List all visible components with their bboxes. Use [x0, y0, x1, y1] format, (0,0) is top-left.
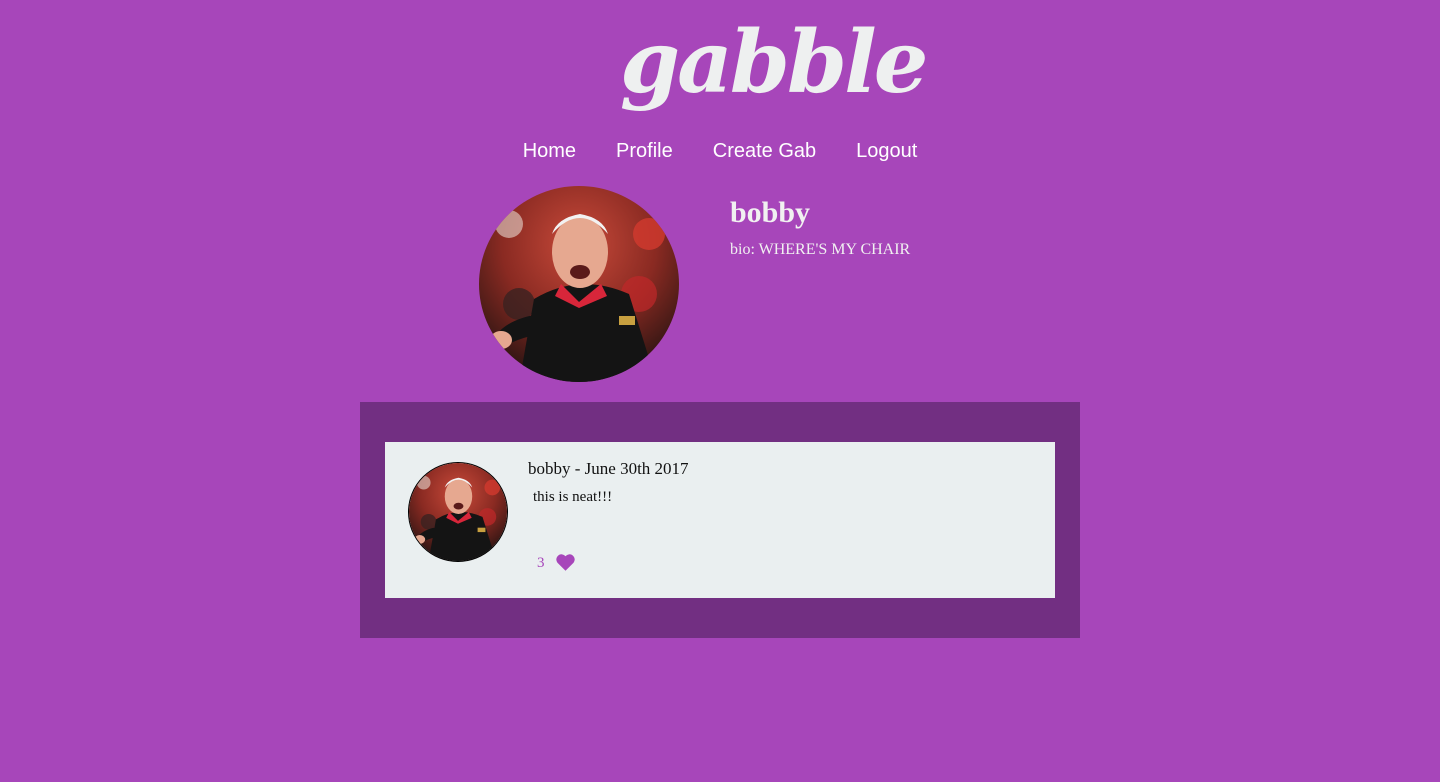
nav-home-link[interactable]: Home — [523, 140, 576, 163]
coach-avatar-image — [479, 186, 679, 382]
profile-bio: bio: WHERE'S MY CHAIR — [730, 241, 911, 258]
profile-avatar — [479, 186, 679, 382]
like-count: 3 — [537, 555, 545, 571]
heart-icon[interactable] — [555, 552, 576, 572]
nav-logout-link[interactable]: Logout — [856, 140, 917, 163]
gab-header: bobby - June 30th 2017 — [528, 459, 689, 478]
profile-username: bobby — [730, 196, 811, 229]
gab-author-avatar[interactable] — [408, 462, 508, 562]
nav-profile-link[interactable]: Profile — [616, 140, 673, 163]
gabble-logo[interactable]: gabble — [620, 8, 929, 136]
nav-create-gab-link[interactable]: Create Gab — [713, 140, 816, 163]
main-nav: Home Profile Create Gab Logout — [0, 140, 1440, 163]
coach-avatar-image — [409, 463, 507, 561]
gab-text: this is neat!!! — [533, 489, 613, 505]
